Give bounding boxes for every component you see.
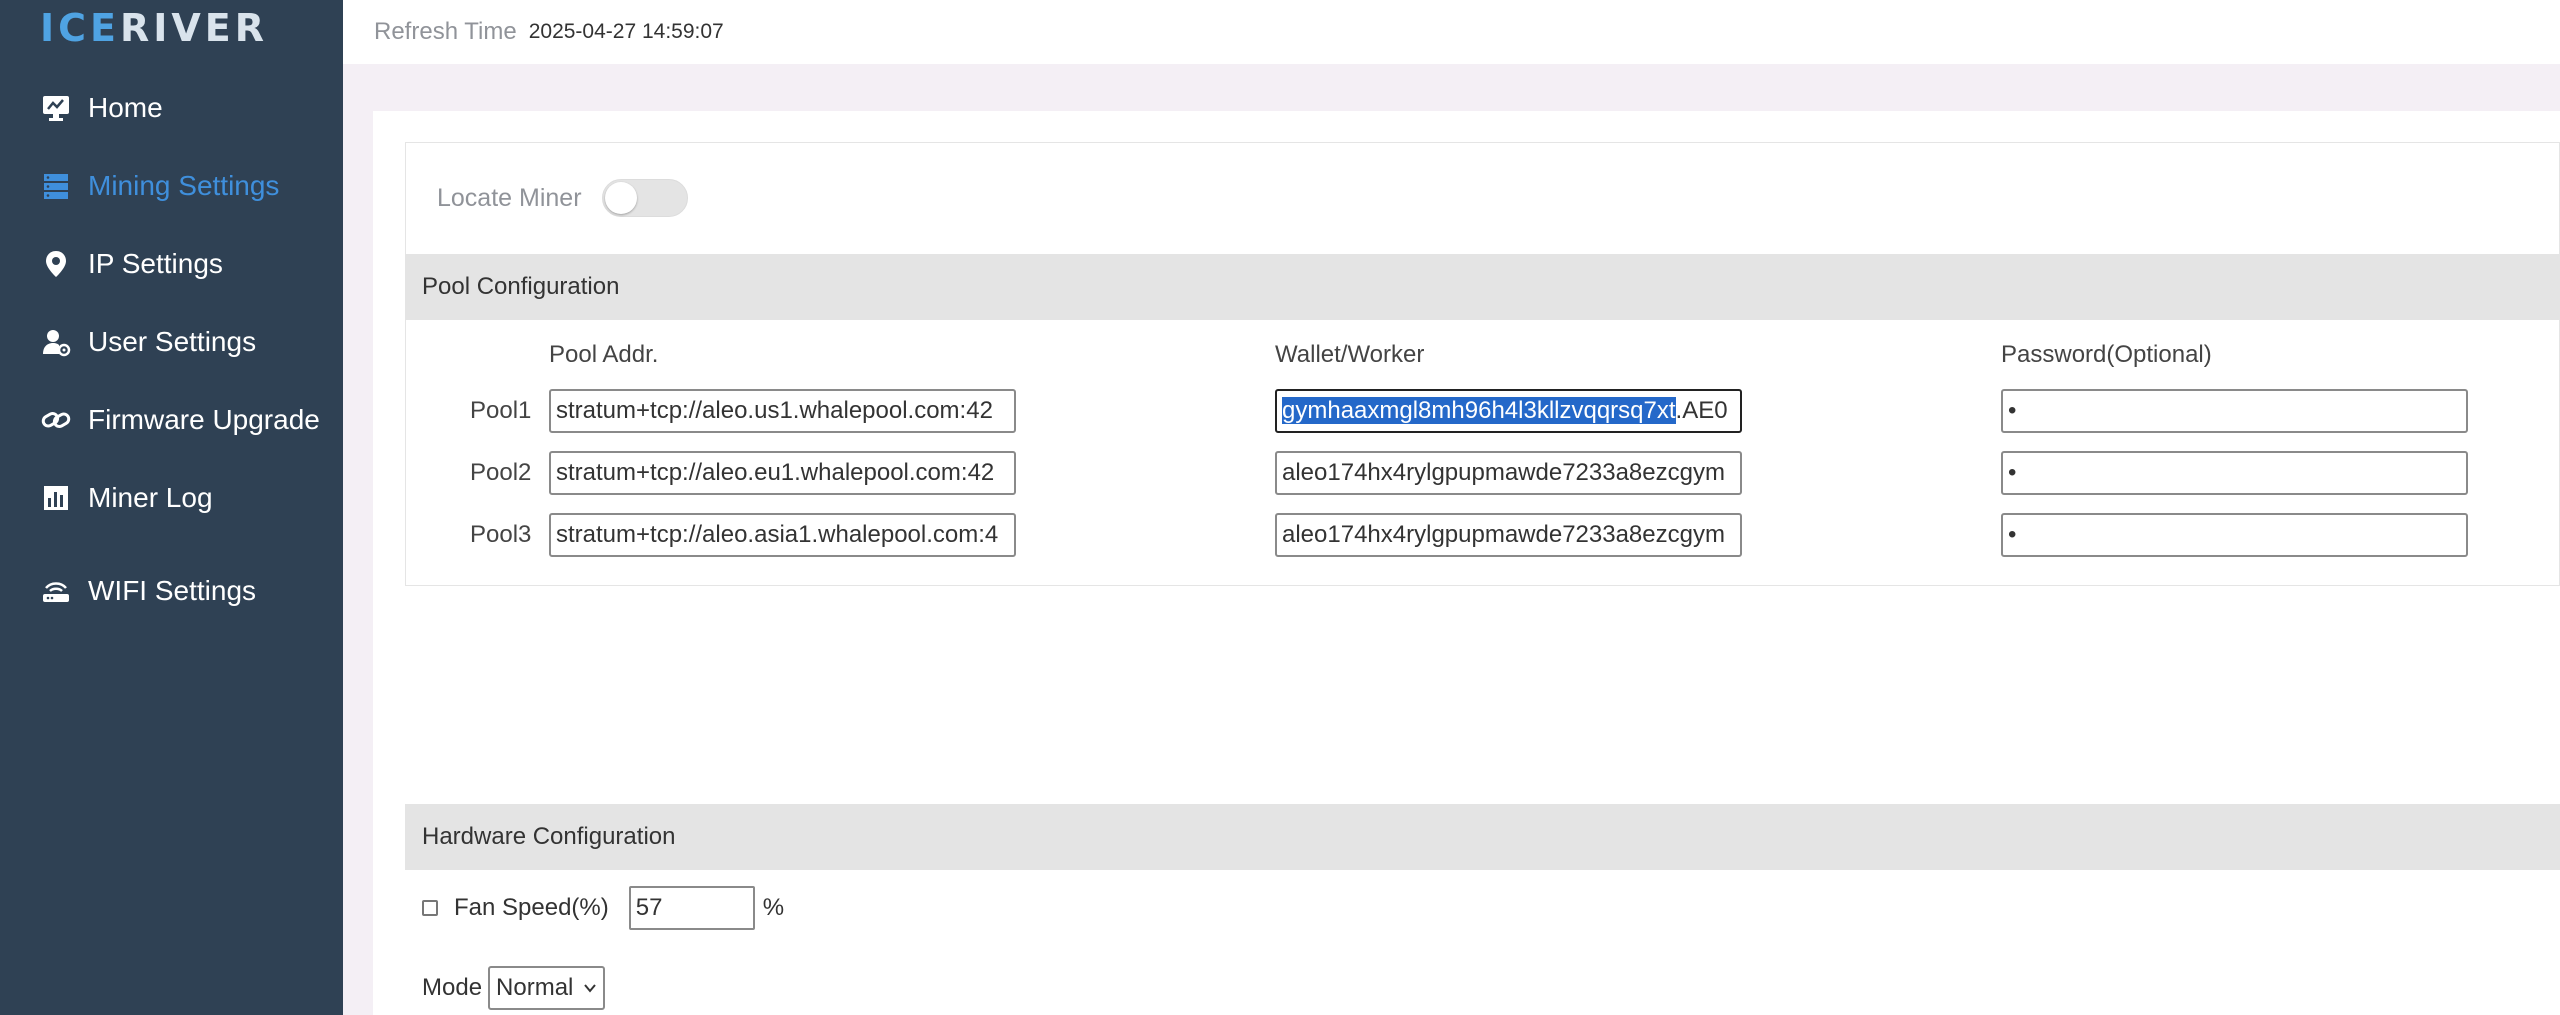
pool2-password-input[interactable]: • bbox=[2001, 451, 2468, 495]
password-column-header: Password(Optional) bbox=[2001, 341, 2212, 368]
user-gear-icon bbox=[40, 326, 72, 358]
brand-logo: ICERIVER bbox=[40, 6, 269, 50]
section-title: Hardware Configuration bbox=[422, 823, 676, 850]
toggle-knob bbox=[604, 182, 637, 214]
locate-miner-row: Locate Miner bbox=[437, 176, 688, 220]
pool3-password-input[interactable]: • bbox=[2001, 513, 2468, 557]
pool2-addr-input[interactable]: stratum+tcp://aleo.eu1.whalepool.com:42 bbox=[549, 451, 1016, 495]
chart-icon bbox=[40, 482, 72, 514]
refresh-time-value: 2025-04-27 14:59:07 bbox=[528, 20, 724, 43]
selected-text: gymhaaxmgl8mh96h4l3kllzvqqrsq7xt bbox=[1282, 397, 1676, 424]
section-title: Pool Configuration bbox=[422, 273, 620, 300]
pool1-addr-input[interactable]: stratum+tcp://aleo.us1.whalepool.com:42 bbox=[549, 389, 1016, 433]
sidebar-item-label: Mining Settings bbox=[88, 170, 280, 201]
sidebar-item-label: Miner Log bbox=[88, 482, 213, 513]
sidebar-item-label: IP Settings bbox=[88, 248, 223, 279]
sidebar: ICERIVER Home Mining Settings IP Setting… bbox=[0, 0, 343, 1015]
sidebar-item-label: Firmware Upgrade bbox=[88, 404, 320, 435]
unselected-text: .AE0 bbox=[1675, 397, 1728, 424]
sidebar-item-home[interactable]: Home bbox=[40, 86, 163, 130]
router-icon bbox=[40, 575, 72, 607]
sidebar-item-mining-settings[interactable]: Mining Settings bbox=[40, 164, 279, 208]
location-pin-icon bbox=[40, 248, 72, 280]
sidebar-item-label: WIFI Settings bbox=[88, 575, 257, 606]
sidebar-item-ip-settings[interactable]: IP Settings bbox=[40, 242, 223, 286]
monitor-icon bbox=[40, 92, 72, 124]
mode-row: Mode Normal bbox=[422, 966, 606, 1010]
fan-speed-input[interactable]: 57 bbox=[628, 886, 755, 930]
fan-speed-row: Fan Speed(%) 57 % bbox=[422, 886, 784, 930]
pool-configuration-header: Pool Configuration bbox=[405, 254, 2560, 320]
sidebar-item-firmware-upgrade[interactable]: Firmware Upgrade bbox=[40, 398, 320, 442]
fan-speed-label: Fan Speed(%) bbox=[454, 894, 609, 921]
sidebar-item-wifi-settings[interactable]: WIFI Settings bbox=[40, 569, 256, 613]
header-bar: Refresh Time 2025-04-27 14:59:07 bbox=[343, 0, 2560, 64]
fan-speed-unit: % bbox=[762, 894, 785, 921]
sidebar-item-user-settings[interactable]: User Settings bbox=[40, 320, 256, 364]
refresh-time-label: Refresh Time bbox=[374, 18, 517, 45]
mode-select[interactable]: Normal bbox=[488, 966, 606, 1010]
sidebar-item-miner-log[interactable]: Miner Log bbox=[40, 476, 213, 520]
pool3-label: Pool3 bbox=[470, 521, 532, 548]
server-icon bbox=[40, 170, 72, 202]
locate-miner-label: Locate Miner bbox=[437, 183, 582, 212]
pool3-addr-input[interactable]: stratum+tcp://aleo.asia1.whalepool.com:4 bbox=[549, 513, 1016, 557]
pool3-wallet-input[interactable]: aleo174hx4rylgpupmawde7233a8ezcgym bbox=[1275, 513, 1742, 557]
hardware-configuration-header: Hardware Configuration bbox=[405, 804, 2560, 870]
pool-addr-column-header: Pool Addr. bbox=[549, 341, 659, 368]
chevron-down-icon bbox=[584, 984, 597, 993]
sidebar-item-label: Home bbox=[88, 92, 163, 123]
pool2-label: Pool2 bbox=[470, 459, 532, 486]
pool2-wallet-input[interactable]: aleo174hx4rylgpupmawde7233a8ezcgym bbox=[1275, 451, 1742, 495]
mode-label: Mode bbox=[422, 974, 483, 1001]
fan-speed-checkbox[interactable] bbox=[422, 900, 438, 916]
pool1-password-input[interactable]: • bbox=[2001, 389, 2468, 433]
wallet-worker-column-header: Wallet/Worker bbox=[1275, 341, 1425, 368]
pool1-wallet-input[interactable]: gymhaaxmgl8mh96h4l3kllzvqqrsq7xt.AE0 bbox=[1275, 389, 1742, 433]
link-icon bbox=[40, 404, 72, 436]
sidebar-item-label: User Settings bbox=[88, 326, 257, 357]
mode-selected-value: Normal bbox=[496, 974, 574, 1001]
locate-miner-toggle[interactable] bbox=[601, 179, 688, 217]
pool1-label: Pool1 bbox=[470, 397, 532, 424]
